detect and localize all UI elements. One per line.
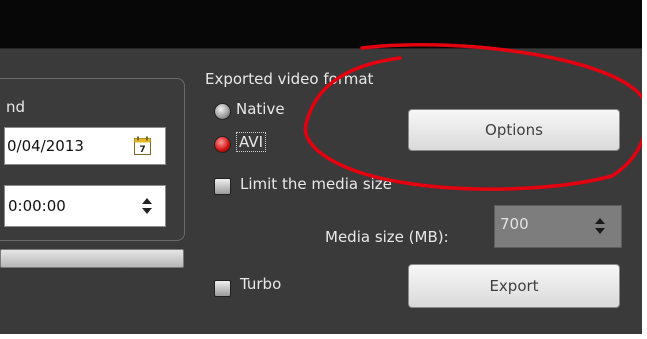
spin-down-icon[interactable] <box>142 208 152 214</box>
media-size-label: Media size (MB): <box>325 228 449 246</box>
media-size-value: 700 <box>500 215 529 233</box>
progress-bar <box>0 249 184 268</box>
end-date-field[interactable]: 0/04/2013 7 <box>4 127 166 165</box>
media-size-field[interactable]: 700 <box>494 205 622 248</box>
export-format-title: Exported video format <box>205 70 374 88</box>
time-spinner-icon[interactable] <box>142 198 152 214</box>
turbo-label[interactable]: Turbo <box>240 275 281 293</box>
export-dialog: nd 0/04/2013 7 0:00:00 Exported video fo… <box>0 0 642 334</box>
radio-avi[interactable] <box>214 136 231 153</box>
radio-avi-label[interactable]: AVI <box>236 132 266 152</box>
top-bar <box>0 0 642 49</box>
calendar-icon[interactable]: 7 <box>134 136 151 155</box>
end-group-label: nd <box>6 98 26 116</box>
limit-media-size-checkbox[interactable] <box>214 178 231 195</box>
radio-native[interactable] <box>214 103 231 120</box>
end-date-value: 0/04/2013 <box>7 137 84 155</box>
turbo-checkbox[interactable] <box>214 280 231 297</box>
end-time-field[interactable]: 0:00:00 <box>4 185 166 227</box>
media-size-spinner-icon[interactable] <box>595 218 605 234</box>
spin-up-icon[interactable] <box>595 218 605 224</box>
options-button[interactable]: Options <box>408 109 620 151</box>
end-time-value: 0:00:00 <box>8 197 66 215</box>
radio-native-label[interactable]: Native <box>236 100 285 118</box>
spin-down-icon[interactable] <box>595 228 605 234</box>
limit-media-size-label[interactable]: Limit the media size <box>240 175 392 193</box>
svg-text:7: 7 <box>139 145 145 155</box>
export-button[interactable]: Export <box>408 264 620 308</box>
spin-up-icon[interactable] <box>142 198 152 204</box>
